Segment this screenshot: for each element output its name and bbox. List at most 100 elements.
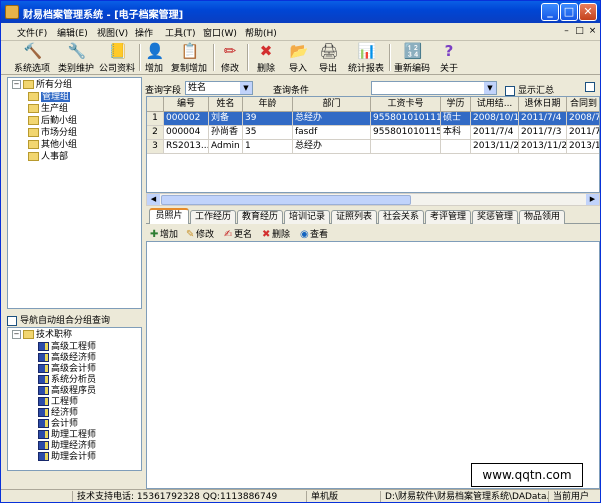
tree-node-title[interactable]: 高级工程师 <box>38 342 96 353</box>
show-summary-checkbox[interactable]: 显示汇总 <box>505 83 554 96</box>
detail-delete-button[interactable]: ✖ 删除 <box>262 227 290 240</box>
checkbox-icon[interactable] <box>7 315 17 326</box>
about-button[interactable]: ? 关于 <box>437 42 461 75</box>
recode-button[interactable]: 🔢 重新编码 <box>391 42 433 75</box>
mdi-close-button[interactable]: × <box>587 25 598 37</box>
company-info-button[interactable]: 📒 公司资料 <box>97 42 137 75</box>
tree-node-group[interactable]: 后勤小组 <box>28 116 77 127</box>
tree-node-group[interactable]: 其他小组 <box>28 140 77 151</box>
category-maintain-button[interactable]: 🔧 类别维护 <box>55 42 97 75</box>
column-header[interactable]: 部门 <box>293 97 371 112</box>
row-number[interactable]: 2 <box>147 126 164 140</box>
minimize-button[interactable]: _ <box>541 3 559 21</box>
tab-certificates[interactable]: 证照列表 <box>331 210 377 224</box>
extra-checkbox[interactable] <box>585 82 595 92</box>
column-header[interactable]: 编号 <box>164 97 209 112</box>
tree-node-group[interactable]: 生产组 <box>28 104 68 115</box>
menu-window[interactable]: 窗口(W) <box>203 26 237 39</box>
menu-tools[interactable]: 工具(T) <box>165 26 196 39</box>
menu-help[interactable]: 帮助(H) <box>245 26 277 39</box>
tab-evaluation[interactable]: 考评管理 <box>425 210 471 224</box>
tree-node-group[interactable]: 市场分组 <box>28 128 77 139</box>
grid-cell[interactable]: 35 <box>243 126 293 140</box>
row-number[interactable]: 1 <box>147 112 164 126</box>
scroll-right-icon[interactable]: ▶ <box>586 194 599 205</box>
grid-cell[interactable]: 硕士 <box>441 112 471 126</box>
tree-node-group[interactable]: 管理组 <box>28 92 71 103</box>
tree-node-title[interactable]: 高级经济师 <box>38 353 96 364</box>
detail-rename-button[interactable]: ✍ 更名 <box>224 227 252 240</box>
copy-add-button[interactable]: 📋 复制增加 <box>169 42 209 75</box>
collapse-icon[interactable]: − <box>12 80 21 89</box>
grid-cell[interactable]: 总经办 <box>293 112 371 126</box>
tree-node-title[interactable]: 助理经济师 <box>38 441 96 452</box>
tree-node-title[interactable]: 高级会计师 <box>38 364 96 375</box>
tree-node-title[interactable]: 助理工程师 <box>38 430 96 441</box>
delete-button[interactable]: ✖ 删除 <box>253 42 279 75</box>
add-button[interactable]: 👤 增加 <box>141 42 167 75</box>
auto-group-query-checkbox[interactable]: 导航自动组合分组查询 <box>7 313 110 326</box>
detail-content-area[interactable] <box>146 241 600 489</box>
statistics-report-button[interactable]: 📊 统计报表 <box>345 42 387 75</box>
import-button[interactable]: 📂 导入 <box>285 42 311 75</box>
grid-cell[interactable]: 本科 <box>441 126 471 140</box>
grid-cell[interactable]: 1 <box>243 140 293 154</box>
title-bar[interactable]: 财易档案管理系统 - [电子档案管理] _ □ ✕ <box>1 1 600 23</box>
column-header[interactable]: 退休日期 <box>519 97 567 112</box>
column-header[interactable]: 学历 <box>441 97 471 112</box>
detail-view-button[interactable]: ◉查看 <box>300 227 328 240</box>
grid-cell[interactable] <box>441 140 471 154</box>
close-button[interactable]: ✕ <box>579 3 597 21</box>
grid-cell[interactable]: 000004 <box>164 126 209 140</box>
column-header[interactable]: 姓名 <box>209 97 243 112</box>
grid-cell[interactable]: 2011/7/3 <box>519 126 567 140</box>
grid-cell[interactable]: 刘备 <box>209 112 243 126</box>
chevron-down-icon[interactable]: ▼ <box>240 82 252 94</box>
grid-cell[interactable]: 2011/7 <box>567 126 599 140</box>
chevron-down-icon[interactable]: ▼ <box>484 82 496 94</box>
column-header[interactable]: 工资卡号 <box>371 97 441 112</box>
grid-cell[interactable]: 2013/11/21 <box>471 140 519 154</box>
mdi-minimize-button[interactable]: – <box>561 25 572 37</box>
tree-node-title[interactable]: 工程师 <box>38 397 78 408</box>
detail-add-button[interactable]: ✚ 增加 <box>150 227 178 240</box>
tab-items[interactable]: 物品领用 <box>519 210 565 224</box>
collapse-icon[interactable]: − <box>12 330 21 339</box>
tab-training[interactable]: 培训记录 <box>284 210 330 224</box>
tree-node-all-groups[interactable]: − 所有分组 <box>12 80 72 91</box>
tree-node-title[interactable]: 会计师 <box>38 419 78 430</box>
grid-cell[interactable]: fasdf <box>293 126 371 140</box>
tab-photo[interactable]: 员照片 <box>149 208 189 224</box>
menu-edit[interactable]: 编辑(E) <box>57 26 88 39</box>
grid-cell[interactable]: 955801010111 <box>371 112 441 126</box>
tree-node-title[interactable]: 系统分析员 <box>38 375 96 386</box>
grid-cell[interactable]: 2008/7 <box>567 112 599 126</box>
scroll-left-icon[interactable]: ◀ <box>147 194 160 205</box>
tab-education[interactable]: 教育经历 <box>237 210 283 224</box>
maximize-button[interactable]: □ <box>560 3 578 21</box>
checkbox-icon[interactable] <box>505 85 515 96</box>
tree-node-group[interactable]: 人事部 <box>28 152 68 163</box>
grid-cell[interactable]: 955801010115 <box>371 126 441 140</box>
query-condition-select[interactable]: ▼ <box>371 81 497 95</box>
grid-cell[interactable]: 000002 <box>164 112 209 126</box>
tree-node-title[interactable]: 经济师 <box>38 408 78 419</box>
system-options-button[interactable]: 🔨 系统选项 <box>11 42 53 75</box>
menu-file[interactable]: 文件(F) <box>17 26 47 39</box>
row-number[interactable]: 3 <box>147 140 164 154</box>
grid-cell[interactable]: Admin <box>209 140 243 154</box>
query-field-select[interactable]: 姓名 ▼ <box>185 81 253 95</box>
grid-cell[interactable]: 39 <box>243 112 293 126</box>
grid-cell[interactable]: 2011/7/4 <box>519 112 567 126</box>
grid-cell[interactable] <box>371 140 441 154</box>
tab-social-relations[interactable]: 社会关系 <box>378 210 424 224</box>
grid-cell[interactable]: 孙尚香 <box>209 126 243 140</box>
tree-node-title[interactable]: 助理会计师 <box>38 452 96 463</box>
tree-node-tech-title[interactable]: − 技术职称 <box>12 330 72 341</box>
grid-cell[interactable]: 总经办 <box>293 140 371 154</box>
detail-edit-button[interactable]: ✎ 修改 <box>186 227 214 240</box>
tab-work-history[interactable]: 工作经历 <box>190 210 236 224</box>
grid-cell[interactable]: RS2013... <box>164 140 209 154</box>
mdi-restore-button[interactable]: □ <box>574 25 585 37</box>
grid-cell[interactable]: 2013/1 <box>567 140 599 154</box>
